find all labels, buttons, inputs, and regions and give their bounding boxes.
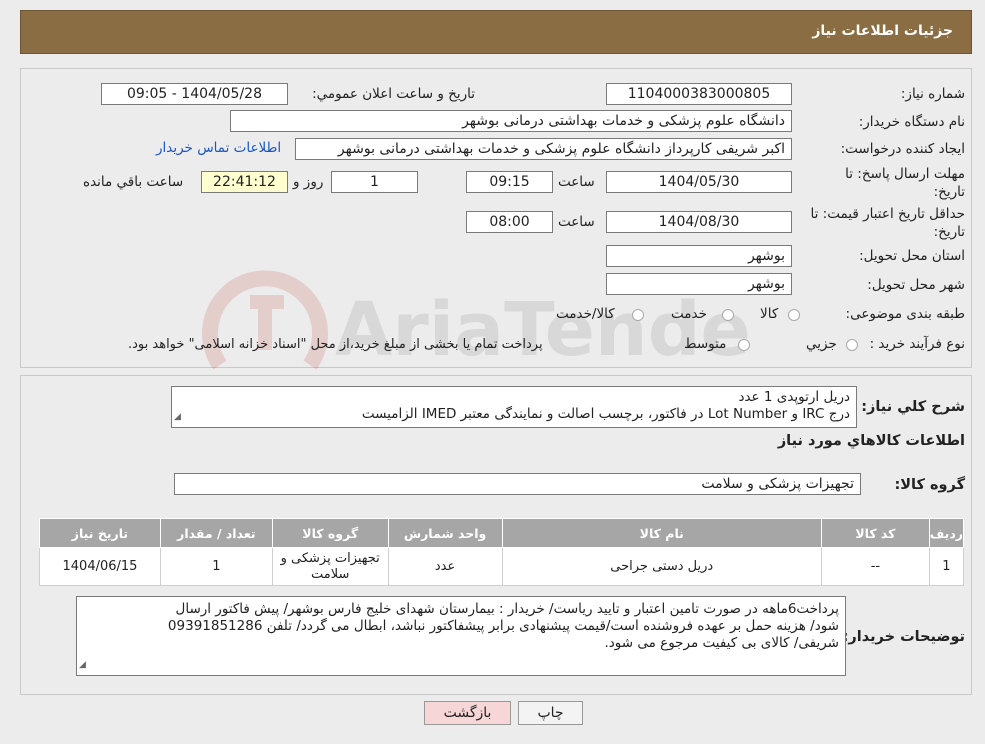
category-option-service: خدمت	[671, 306, 707, 322]
category-radio-service[interactable]	[722, 309, 734, 321]
buyer-notes-label: توضيحات خريدار:	[842, 629, 965, 645]
days-field: 1	[331, 171, 418, 193]
cell-name: دریل دستی جراحی	[501, 547, 822, 586]
category-label: طبقه بندی موضوعی:	[845, 306, 965, 322]
col-unit-header: واحد شمارش	[387, 518, 503, 548]
remaining-time-field: 22:41:12	[201, 171, 288, 193]
buyer-org-field: دانشگاه علوم پزشکی و خدمات بهداشتی درمان…	[230, 110, 792, 132]
cell-code: --	[820, 547, 930, 586]
print-button[interactable]: چاپ	[518, 701, 583, 725]
category-option-goods-service: کالا/خدمت	[556, 306, 615, 322]
city-field: بوشهر	[606, 273, 792, 295]
creator-field: اکبر شریفی کارپرداز دانشگاه علوم پزشکی و…	[295, 138, 792, 160]
buyer-contact-link[interactable]: اطلاعات تماس خريدار	[156, 140, 281, 156]
col-group-header: گروه كالا	[271, 518, 389, 548]
days-label: روز و	[293, 174, 324, 190]
goods-group-field: تجهیزات پزشکی و سلامت	[174, 473, 861, 495]
process-option-minor: جزيي	[806, 336, 837, 352]
goods-table-header-row: رديف كد كالا نام كالا واحد شمارش گروه كا…	[39, 518, 965, 548]
buyer-notes-line-2: شود/ هزینه حمل بر عهده فروشنده است/قیمت …	[167, 618, 839, 634]
col-name-header: نام كالا	[501, 518, 822, 548]
price-validity-time-field: 08:00	[466, 211, 553, 233]
buyer-org-label: نام دستگاه خريدار:	[858, 114, 965, 130]
need-summary-line-1: دریل ارتوپدی 1 عدد	[738, 389, 850, 405]
resize-grip-icon[interactable]: ◢	[79, 657, 86, 674]
deadline-label-date: تاریخ:	[933, 184, 965, 200]
col-date-header: تاريخ نياز	[39, 518, 161, 548]
buyer-notes-line-3: شریفی/ کالای بی کیفیت مرجوع می شود.	[604, 635, 840, 651]
process-radio-minor[interactable]	[846, 339, 858, 351]
process-note: پرداخت تمام يا بخشی از مبلغ خريد،از محل …	[128, 337, 543, 352]
city-label: شهر محل تحويل:	[867, 277, 965, 293]
category-option-goods: کالا	[760, 306, 779, 322]
process-option-medium: متوسط	[684, 336, 727, 352]
cell-date: 1404/06/15	[39, 547, 161, 586]
resize-grip-icon[interactable]: ◢	[174, 409, 181, 426]
deadline-time-label: ساعت	[558, 174, 595, 190]
need-number-field: 1104000383000805	[606, 83, 792, 105]
price-validity-label-date: تاریخ:	[933, 224, 965, 240]
cell-group: تجهیزات پزشکی و سلامت	[271, 547, 389, 586]
need-summary-label: شرح كلي نياز:	[861, 399, 965, 415]
goods-info-heading: اطلاعات كالاهاي مورد نياز	[777, 433, 965, 449]
announce-datetime-label: تاریخ و ساعت اعلان عمومي:	[312, 86, 475, 102]
back-button[interactable]: بازگشت	[424, 701, 511, 725]
need-summary-line-2: درج IRC و Lot Number در فاکتور، برچسب اص…	[361, 406, 850, 422]
remaining-time-label: ساعت باقي مانده	[83, 174, 184, 190]
price-validity-date-field: 1404/08/30	[606, 211, 792, 233]
category-radio-goods[interactable]	[788, 309, 800, 321]
goods-table: رديف كد كالا نام كالا واحد شمارش گروه كا…	[39, 518, 965, 586]
creator-label: ايجاد كننده درخواست:	[840, 141, 965, 157]
province-field: بوشهر	[606, 245, 792, 267]
page-header: جزئیات اطلاعات نیاز	[20, 10, 972, 54]
need-number-label: شماره نیاز:	[900, 86, 965, 102]
cell-unit: عدد	[387, 547, 503, 586]
col-row-header: رديف	[928, 518, 965, 548]
price-validity-label: حداقل تاریخ اعتبار قیمت: تا	[810, 206, 965, 222]
buyer-notes-line-1: پرداخت6ماهه در صورت تامین اعتبار و تایید…	[175, 601, 839, 617]
col-qty-header: تعداد / مقدار	[159, 518, 273, 548]
process-type-label: نوع فرآيند خريد :	[869, 336, 965, 352]
deadline-label: مهلت ارسال پاسخ: تا	[845, 166, 965, 182]
cell-row-number: 1	[928, 547, 965, 586]
category-radio-goods-service[interactable]	[632, 309, 644, 321]
cell-qty: 1	[159, 547, 273, 586]
table-row[interactable]: 1 -- دریل دستی جراحی عدد تجهیزات پزشکی و…	[39, 547, 965, 586]
process-radio-medium[interactable]	[738, 339, 750, 351]
province-label: استان محل تحويل:	[859, 248, 965, 264]
buyer-notes-textarea[interactable]: پرداخت6ماهه در صورت تامین اعتبار و تایید…	[76, 596, 846, 676]
need-summary-textarea[interactable]: دریل ارتوپدی 1 عدد درج IRC و Lot Number …	[171, 386, 857, 428]
watermark-text: AriaTender.neT	[335, 287, 755, 373]
goods-group-label: گروه کالا:	[894, 477, 965, 493]
col-code-header: كد كالا	[820, 518, 930, 548]
deadline-date-field: 1404/05/30	[606, 171, 792, 193]
price-validity-time-label: ساعت	[558, 214, 595, 230]
deadline-time-field: 09:15	[466, 171, 553, 193]
announce-datetime-field: 1404/05/28 - 09:05	[101, 83, 288, 105]
